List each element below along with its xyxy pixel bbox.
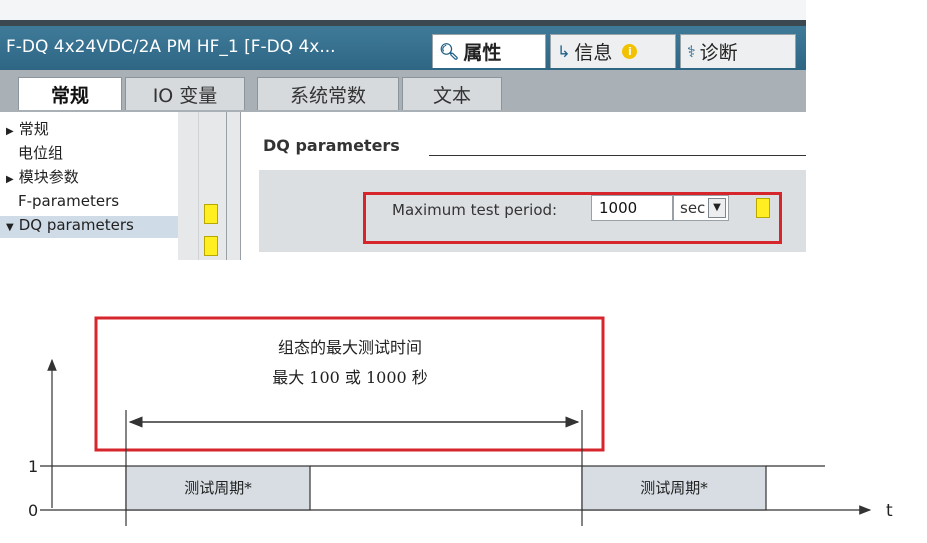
nav-item-label: DQ parameters bbox=[18, 216, 134, 234]
y-tick-0: 0 bbox=[28, 501, 38, 520]
highlight-frame bbox=[363, 192, 782, 244]
tab-io-variables[interactable]: IO 变量 bbox=[125, 77, 245, 110]
nav-item-general[interactable]: ▶ 常规 bbox=[6, 118, 49, 139]
divider bbox=[226, 112, 227, 260]
tab-info[interactable]: ↳ 信息 i bbox=[550, 34, 676, 68]
config-range: 最大 100 或 1000 秒 bbox=[272, 368, 428, 387]
x-axis-label: t bbox=[886, 501, 893, 521]
pulse-label-1: 测试周期* bbox=[184, 479, 252, 497]
nav-item-dq-parameters[interactable]: ▼ DQ parameters bbox=[0, 216, 178, 238]
nav-item-label: 模块参数 bbox=[18, 168, 79, 186]
test-period-diagram: 组态的最大测试时间 最大 100 或 1000 秒 1 0 t 测试周期* 测试… bbox=[28, 316, 893, 526]
tab-diagnostics[interactable]: ⚕ 诊断 bbox=[680, 34, 796, 68]
info-icon: i bbox=[622, 44, 638, 59]
tab-info-label: 信息 bbox=[574, 42, 613, 64]
tab-general[interactable]: 常规 bbox=[18, 77, 122, 110]
tab-diagnostics-label: 诊断 bbox=[699, 42, 738, 64]
y-tick-1: 1 bbox=[28, 457, 38, 476]
tab-text[interactable]: 文本 bbox=[402, 77, 502, 110]
pulse-label-2: 测试周期* bbox=[640, 479, 708, 497]
divider bbox=[198, 112, 199, 260]
property-navigation: ▶ 常规 电位组 ▶ 模块参数 F-parameters ▼ DQ parameter… bbox=[0, 112, 178, 260]
toolbar-strip bbox=[0, 0, 806, 26]
properties-icon: 🔍︎ bbox=[439, 42, 460, 61]
window-title: F-DQ 4x24VDC/2A PM HF_1 [F-DQ 4x... bbox=[6, 37, 336, 57]
status-marker bbox=[204, 204, 218, 224]
status-marker bbox=[204, 236, 218, 256]
expand-icon: ▶ bbox=[6, 126, 14, 137]
tab-properties[interactable]: 🔍︎ 属性 bbox=[432, 34, 546, 68]
nav-item-label: 常规 bbox=[18, 120, 49, 138]
section-divider bbox=[429, 155, 806, 156]
info-list-icon: ↳ bbox=[557, 42, 571, 61]
collapse-icon: ▼ bbox=[6, 222, 14, 233]
nav-item-f-parameters[interactable]: F-parameters bbox=[18, 192, 119, 210]
nav-item-module-parameters[interactable]: ▶ 模块参数 bbox=[6, 166, 79, 187]
tab-system-constants[interactable]: 系统常数 bbox=[257, 77, 399, 110]
inspector-titlebar: F-DQ 4x24VDC/2A PM HF_1 [F-DQ 4x... 🔍︎ 属… bbox=[0, 26, 806, 70]
nav-item-potential-group[interactable]: 电位组 bbox=[18, 142, 63, 163]
content-tab-row: 常规 IO 变量 系统常数 文本 bbox=[0, 70, 806, 112]
config-title: 组态的最大测试时间 bbox=[278, 338, 422, 357]
diagnostics-icon: ⚕ bbox=[687, 42, 696, 61]
expand-icon: ▶ bbox=[6, 174, 14, 185]
tab-properties-label: 属性 bbox=[463, 42, 502, 64]
section-title: DQ parameters bbox=[263, 136, 400, 155]
